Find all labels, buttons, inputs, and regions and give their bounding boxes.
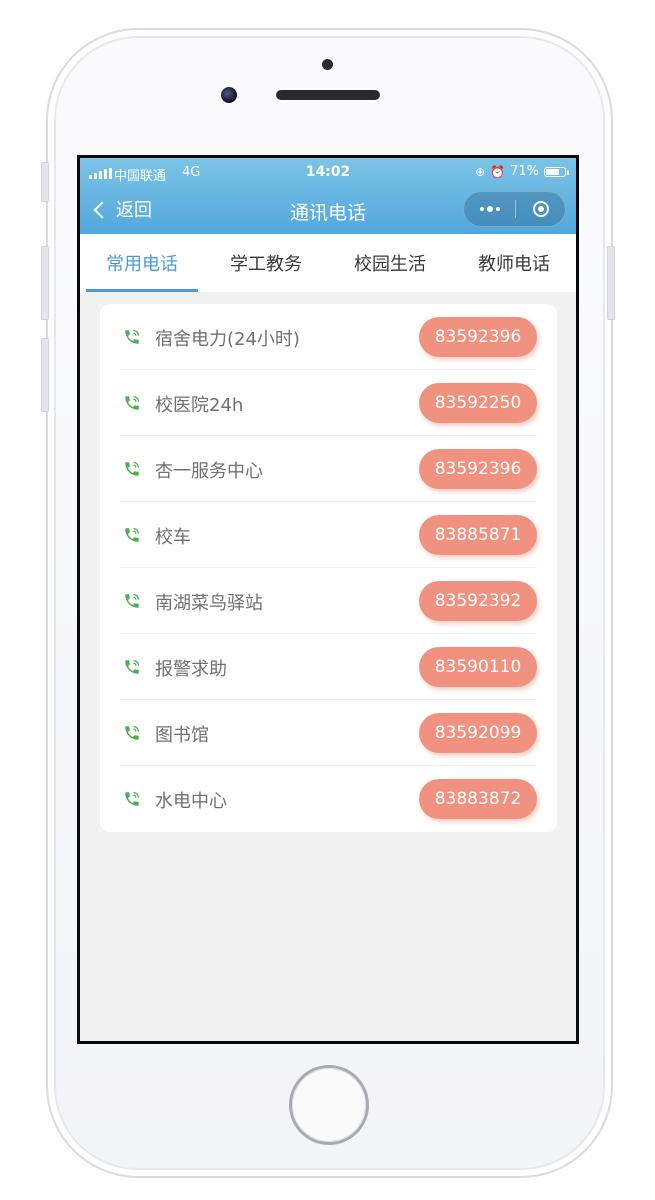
call-number-button[interactable]: 83592250	[419, 383, 537, 423]
category-tabs: 常用电话 学工教务 校园生活 教师电话	[80, 234, 576, 292]
call-number-button[interactable]: 83592396	[419, 317, 537, 357]
battery-level-fill	[546, 168, 559, 175]
status-bar: 中国联通 4G 14:02 ⊕ ⏰ 71%	[80, 158, 576, 188]
front-camera	[221, 87, 237, 103]
call-number-button[interactable]: 83590110	[419, 647, 537, 687]
earpiece-speaker	[276, 90, 380, 100]
contact-name: 校医院24h	[155, 395, 244, 416]
battery-percent: 71%	[510, 164, 539, 179]
tab-academic-affairs[interactable]: 学工教务	[204, 234, 328, 292]
phone-call-icon	[125, 791, 140, 806]
call-number-button[interactable]: 83592099	[419, 713, 537, 753]
contact-row: 水电中心 83883872	[120, 766, 537, 832]
more-options-button[interactable]	[464, 192, 515, 226]
call-number-button[interactable]: 83883872	[419, 779, 537, 819]
app-header: 中国联通 4G 14:02 ⊕ ⏰ 71% 返回 通讯电话	[80, 158, 576, 234]
home-button[interactable]	[289, 1065, 369, 1145]
contact-row: 校医院24h 83592250	[120, 370, 537, 436]
tab-label: 常用电话	[106, 254, 178, 275]
tab-label: 校园生活	[354, 254, 426, 275]
target-icon	[532, 201, 549, 217]
call-number-button[interactable]: 83592396	[419, 449, 537, 489]
contact-row: 图书馆 83592099	[120, 700, 537, 766]
close-mini-program-button[interactable]	[516, 192, 565, 226]
phone-call-icon	[125, 527, 140, 542]
volume-up-button	[41, 246, 49, 320]
contact-name: 报警求助	[155, 659, 227, 680]
tab-label: 教师电话	[478, 254, 550, 275]
contact-list-card: 宿舍电力(24小时) 83592396 校医院24h 83592250 杏一服务中心 83…	[100, 304, 557, 832]
battery-icon	[544, 166, 569, 177]
orientation-lock-icon: ⊕	[475, 164, 486, 179]
contact-row: 宿舍电力(24小时) 83592396	[120, 304, 537, 370]
call-number-button[interactable]: 83592392	[419, 581, 537, 621]
contact-name: 水电中心	[155, 791, 227, 812]
contact-row: 校车 83885871	[120, 502, 537, 568]
volume-down-button	[41, 338, 49, 412]
contact-name: 杏一服务中心	[155, 461, 263, 482]
contact-name: 校车	[155, 527, 191, 548]
contact-row: 杏一服务中心 83592396	[120, 436, 537, 502]
tab-teacher-phones[interactable]: 教师电话	[452, 234, 576, 292]
app-view: 中国联通 4G 14:02 ⊕ ⏰ 71% 返回 通讯电话 常用电话 学工教务 …	[80, 158, 576, 1041]
alarm-icon: ⏰	[490, 164, 506, 179]
navigation-bar: 返回 通讯电话	[80, 190, 576, 230]
contact-name: 图书馆	[155, 725, 209, 746]
contact-row: 南湖菜鸟驿站 83592392	[120, 568, 537, 634]
status-right-group: ⊕ ⏰ 71%	[475, 164, 569, 179]
tab-common-phones[interactable]: 常用电话	[80, 234, 204, 292]
phone-call-icon	[125, 725, 140, 740]
mute-switch	[41, 162, 49, 202]
phone-call-icon	[125, 461, 140, 476]
phone-screen: 中国联通 4G 14:02 ⊕ ⏰ 71% 返回 通讯电话 常用电话 学工教务 …	[77, 155, 579, 1044]
phone-call-icon	[125, 593, 140, 608]
power-button	[607, 246, 615, 320]
mini-program-capsule	[463, 191, 566, 227]
call-number-button[interactable]: 83885871	[419, 515, 537, 555]
tab-campus-life[interactable]: 校园生活	[328, 234, 452, 292]
contact-row: 报警求助 83590110	[120, 634, 537, 700]
phone-call-icon	[125, 395, 140, 410]
proximity-sensor	[322, 59, 333, 70]
phone-call-icon	[125, 659, 140, 674]
phone-call-icon	[125, 329, 140, 344]
tab-label: 学工教务	[230, 254, 302, 275]
contact-name: 南湖菜鸟驿站	[155, 593, 263, 614]
contact-name: 宿舍电力(24小时)	[155, 329, 300, 350]
